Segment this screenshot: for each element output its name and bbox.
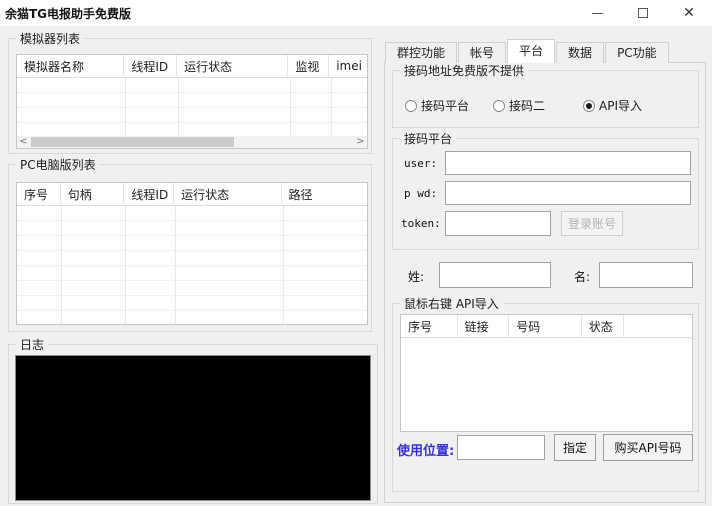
table-row <box>17 93 367 108</box>
column-divider <box>290 78 291 138</box>
scroll-right-icon[interactable]: > <box>354 136 367 148</box>
table-row <box>17 108 367 123</box>
sms-address-group: 接码地址免费版不提供 接码平台 接码二 API导入 <box>392 70 699 128</box>
api-col-status[interactable]: 状态 <box>582 315 625 337</box>
emulator-col-imei[interactable]: imei <box>329 55 367 77</box>
pc-col-status[interactable]: 运行状态 <box>174 183 281 205</box>
emulator-table-header: 模拟器名称 线程ID 运行状态 监视 imei <box>17 55 367 78</box>
login-account-button[interactable]: 登录账号 <box>561 211 623 236</box>
pc-list-group-title: PC电脑版列表 <box>16 156 100 173</box>
close-button[interactable]: ✕ <box>666 0 712 26</box>
minimize-icon <box>592 13 603 14</box>
sms-address-group-title: 接码地址免费版不提供 <box>400 62 528 79</box>
table-row <box>17 281 367 296</box>
pc-col-thread-id[interactable]: 线程ID <box>124 183 174 205</box>
radio-checked-icon <box>583 100 595 112</box>
last-name-label: 姓: <box>408 268 424 285</box>
emulator-list-group: 模拟器列表 模拟器名称 线程ID 运行状态 监视 imei < <box>8 38 372 154</box>
column-divider <box>178 78 179 138</box>
maximize-icon <box>638 8 648 18</box>
log-output-area[interactable] <box>15 355 371 501</box>
api-col-empty <box>624 315 692 337</box>
use-position-label: 使用位置: <box>397 440 454 459</box>
maximize-button[interactable] <box>620 0 666 26</box>
pc-list-group: PC电脑版列表 序号 句柄 线程ID 运行状态 路径 <box>8 164 372 332</box>
api-table-body[interactable] <box>401 338 692 432</box>
log-group-title: 日志 <box>16 336 48 353</box>
radio-api-import[interactable]: API导入 <box>583 97 642 114</box>
first-name-label: 名: <box>574 268 590 285</box>
log-group: 日志 <box>8 344 378 504</box>
platform-tab-page: 接码地址免费版不提供 接码平台 接码二 API导入 接码平台 user: p w… <box>384 62 706 503</box>
emulator-table-body[interactable] <box>17 78 367 138</box>
pc-table-header: 序号 句柄 线程ID 运行状态 路径 <box>17 183 367 206</box>
radio-sms-platform[interactable]: 接码平台 <box>405 97 469 114</box>
last-name-input[interactable] <box>439 262 551 288</box>
table-row <box>17 296 367 311</box>
api-import-table: 序号 链接 号码 状态 <box>400 314 693 432</box>
sms-platform-group-title: 接码平台 <box>400 130 456 147</box>
table-row <box>17 251 367 266</box>
radio-unchecked-icon <box>405 100 417 112</box>
token-input[interactable] <box>445 211 551 236</box>
table-row <box>17 311 367 325</box>
emulator-list-group-title: 模拟器列表 <box>16 30 84 47</box>
table-row <box>17 206 367 221</box>
api-import-group-title: 鼠标右键 API导入 <box>400 295 503 312</box>
emulator-col-monitor[interactable]: 监视 <box>288 55 329 77</box>
table-row <box>17 236 367 251</box>
api-table-header: 序号 链接 号码 状态 <box>401 315 692 338</box>
tab-platform[interactable]: 平台 <box>507 39 555 63</box>
api-import-group: 鼠标右键 API导入 序号 链接 号码 状态 使用位置: 指定 购买API号码 <box>392 303 699 492</box>
scroll-left-icon[interactable]: < <box>17 136 30 148</box>
assign-button[interactable]: 指定 <box>554 434 596 461</box>
pc-table-body[interactable] <box>17 206 367 325</box>
buy-api-number-button[interactable]: 购买API号码 <box>603 434 693 461</box>
pc-col-path[interactable]: 路径 <box>282 183 368 205</box>
first-name-input[interactable] <box>599 262 693 288</box>
use-position-input[interactable] <box>457 435 545 460</box>
tab-pc-function[interactable]: PC功能 <box>605 42 669 63</box>
radio-sms-second[interactable]: 接码二 <box>493 97 545 114</box>
sms-platform-group: 接码平台 user: p wd: token: 登录账号 <box>392 138 699 250</box>
api-col-number[interactable]: 号码 <box>509 315 581 337</box>
radio-unchecked-icon <box>493 100 505 112</box>
app-window: 余猫TG电报助手免费版 ✕ 模拟器列表 模拟器名称 线程ID 运行状态 监视 i… <box>0 0 712 506</box>
user-label: user: <box>404 157 437 170</box>
window-controls: ✕ <box>574 0 712 26</box>
column-divider <box>61 206 62 325</box>
column-divider <box>283 206 284 325</box>
column-divider <box>175 206 176 325</box>
table-row <box>17 78 367 93</box>
pwd-label: p wd: <box>404 187 437 200</box>
title-bar: 余猫TG电报助手免费版 ✕ <box>0 0 712 26</box>
emulator-horizontal-scrollbar[interactable]: < > <box>17 136 367 148</box>
column-divider <box>125 206 126 325</box>
pwd-input[interactable] <box>445 181 691 205</box>
column-divider <box>331 78 332 138</box>
emulator-table: 模拟器名称 线程ID 运行状态 监视 imei < > <box>16 54 368 149</box>
api-col-link[interactable]: 链接 <box>458 315 510 337</box>
tab-account[interactable]: 帐号 <box>458 42 506 63</box>
token-label: token: <box>401 217 441 230</box>
tab-strip: 群控功能 帐号 平台 数据 PC功能 <box>385 39 670 63</box>
pc-col-index[interactable]: 序号 <box>17 183 61 205</box>
pc-table: 序号 句柄 线程ID 运行状态 路径 <box>16 182 368 325</box>
close-icon: ✕ <box>683 6 695 20</box>
tab-data[interactable]: 数据 <box>556 42 604 63</box>
column-divider <box>125 78 126 138</box>
table-row <box>17 266 367 281</box>
tab-group-control[interactable]: 群控功能 <box>385 42 457 63</box>
window-title: 余猫TG电报助手免费版 <box>0 5 131 22</box>
emulator-col-thread-id[interactable]: 线程ID <box>124 55 177 77</box>
user-input[interactable] <box>445 151 691 175</box>
scrollbar-thumb[interactable] <box>31 137 234 147</box>
api-col-index[interactable]: 序号 <box>401 315 458 337</box>
minimize-button[interactable] <box>574 0 620 26</box>
table-row <box>17 221 367 236</box>
emulator-col-name[interactable]: 模拟器名称 <box>17 55 124 77</box>
emulator-col-status[interactable]: 运行状态 <box>177 55 288 77</box>
pc-col-handle[interactable]: 句柄 <box>61 183 125 205</box>
